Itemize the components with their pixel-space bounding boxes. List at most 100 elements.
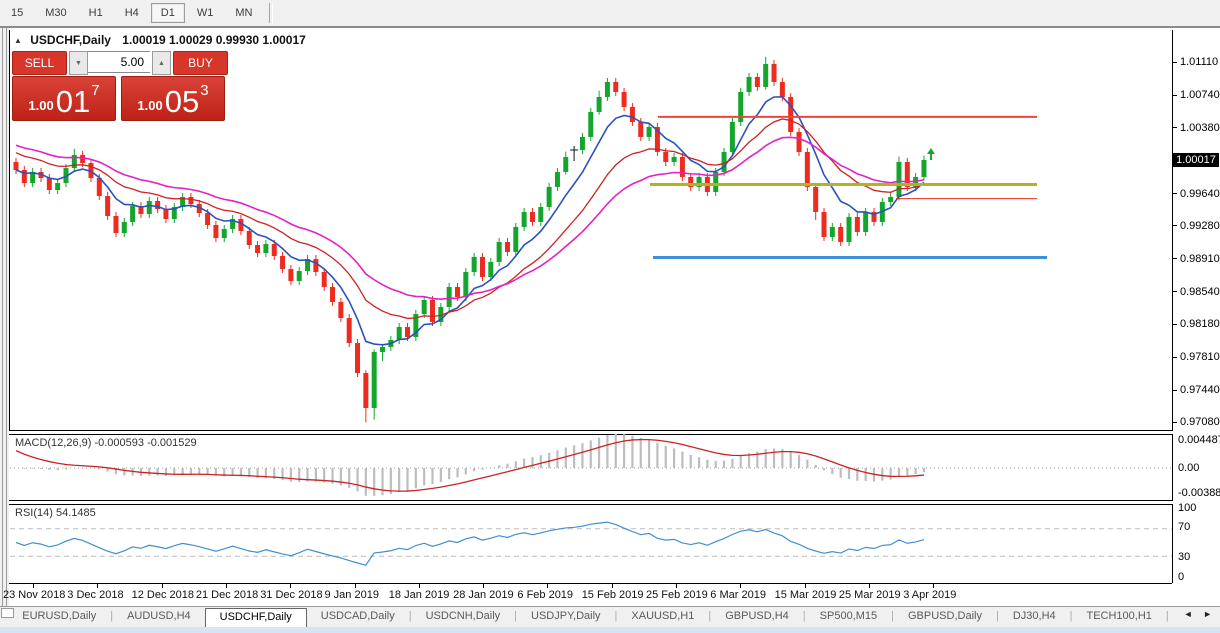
rsi-scale-label: 70 (1178, 521, 1190, 533)
date-tick (290, 584, 291, 588)
date-label: 12 Dec 2018 (132, 589, 194, 601)
sell-price-main: 01 (56, 88, 90, 116)
date-tick (933, 584, 934, 588)
macd-scale-label: 0.004487 (1178, 434, 1220, 446)
chart-tab-gbpusd-h4[interactable]: GBPUSD,H4 (711, 607, 803, 628)
date-tick (419, 584, 420, 588)
date-tick (226, 584, 227, 588)
price-label: 0.99640 (1180, 188, 1220, 200)
price-label: 0.97440 (1180, 384, 1220, 396)
price-tick (1173, 291, 1177, 292)
price-label: 0.99280 (1180, 220, 1220, 232)
price-label: 0.97810 (1180, 351, 1220, 363)
rsi-scale-label: 30 (1178, 551, 1190, 563)
toolbar-separator (269, 3, 273, 23)
tab-scroll-arrows[interactable]: ◄ ► (1182, 609, 1218, 619)
timeframe-button-d1[interactable]: D1 (151, 3, 185, 23)
price-tick (1173, 127, 1177, 128)
chart-tab-xauusd-h1[interactable]: XAUUSD,H1 (617, 607, 708, 628)
chart-tab-dj30-h4[interactable]: DJ30,H4 (999, 607, 1070, 628)
chart-tab-audusd-h4[interactable]: AUDUSD,H4 (113, 607, 205, 628)
chart-tab-usdchf-daily[interactable]: USDCHF,Daily (205, 608, 307, 628)
price-up-arrow-icon (927, 148, 935, 160)
date-label: 31 Dec 2018 (260, 589, 322, 601)
timeframe-button-15[interactable]: 15 (1, 3, 33, 23)
chart-tab-gbpusd-daily[interactable]: GBPUSD,Daily (894, 607, 996, 628)
chart-tab-usdjpy-daily[interactable]: USDJPY,Daily (517, 607, 615, 628)
price-tick (1173, 258, 1177, 259)
date-label: 28 Jan 2019 (453, 589, 514, 601)
price-tick (1173, 95, 1177, 96)
volume-increase-button[interactable]: ▲ (152, 51, 171, 75)
buy-price-pip: 3 (200, 82, 208, 99)
chart-tab-eurusd-daily[interactable]: EURUSD,Daily (8, 607, 110, 628)
sell-price-button[interactable]: 1.00 01 7 (12, 76, 116, 121)
ma-slow-line (16, 137, 924, 299)
timeframe-button-mn[interactable]: MN (225, 3, 262, 23)
price-tick (1173, 422, 1177, 423)
date-tick (162, 584, 163, 588)
price-tick (1173, 193, 1177, 194)
date-label: 9 Jan 2019 (325, 589, 379, 601)
date-tick (740, 584, 741, 588)
price-tick (1173, 225, 1177, 226)
rsi-panel[interactable] (10, 503, 1172, 583)
buy-price-button[interactable]: 1.00 05 3 (121, 76, 225, 121)
date-axis[interactable]: 23 Nov 20183 Dec 201812 Dec 201821 Dec 2… (9, 584, 1220, 606)
price-axis[interactable]: 1.011101.007401.003800.996400.992800.989… (1173, 28, 1220, 584)
buy-price-prefix: 1.00 (137, 98, 162, 113)
timeframe-button-w1[interactable]: W1 (187, 3, 224, 23)
date-label: 23 Nov 2018 (3, 589, 65, 601)
chart-tab-sp500-m15[interactable]: SP500,M15 (806, 607, 891, 628)
macd-label: MACD(12,26,9) -0.000593 -0.001529 (15, 437, 197, 449)
sell-price-pip: 7 (91, 82, 99, 99)
date-tick (483, 584, 484, 588)
chart-title: ▲ USDCHF,Daily 1.00019 1.00029 0.99930 1… (14, 33, 306, 47)
window-left-frame (0, 28, 9, 627)
chart-tab-bar: EURUSD,Daily|AUDUSD,H4USDCHF,DailyUSDCAD… (0, 606, 1220, 628)
date-tick (97, 584, 98, 588)
date-tick (805, 584, 806, 588)
buy-button[interactable]: BUY (173, 51, 228, 75)
chart-tab-usdcnh-daily[interactable]: USDCNH,Daily (412, 607, 515, 628)
rsi-scale-label: 0 (1178, 571, 1184, 583)
price-label: 0.98540 (1180, 286, 1220, 298)
one-click-trading-panel: SELL ▼ ▲ BUY 1.00 01 7 1.00 05 3 (12, 51, 228, 121)
date-label: 25 Feb 2019 (646, 589, 708, 601)
date-label: 6 Feb 2019 (517, 589, 573, 601)
volume-decrease-button[interactable]: ▼ (69, 51, 88, 75)
chart-tab-usdcad-daily[interactable]: USDCAD,Daily (307, 607, 409, 628)
date-label: 21 Dec 2018 (196, 589, 258, 601)
date-label: 3 Dec 2018 (67, 589, 123, 601)
date-label: 15 Feb 2019 (582, 589, 644, 601)
status-strip (0, 627, 1220, 633)
timeframe-button-h1[interactable]: H1 (79, 3, 113, 23)
timeframe-button-m30[interactable]: M30 (35, 3, 76, 23)
date-tick (355, 584, 356, 588)
tab-bar-corner (1, 608, 14, 618)
sell-button[interactable]: SELL (12, 51, 67, 75)
sell-price-prefix: 1.00 (28, 98, 53, 113)
date-label: 6 Mar 2019 (710, 589, 766, 601)
rsi-label: RSI(14) 54.1485 (15, 507, 96, 519)
ma-mid-line (16, 119, 924, 318)
date-tick (676, 584, 677, 588)
timeframe-toolbar: 15M30H1H4D1W1MN (0, 0, 1220, 26)
volume-input[interactable] (88, 51, 150, 73)
timeframe-button-h4[interactable]: H4 (115, 3, 149, 23)
rsi-scale-label: 100 (1178, 502, 1196, 514)
price-tick (1173, 324, 1177, 325)
chart-tab-tech100-h1[interactable]: TECH100,H1 (1072, 607, 1165, 628)
price-label: 0.98180 (1180, 318, 1220, 330)
one-click-collapse-icon[interactable]: ▲ (14, 36, 22, 45)
macd-scale-label: 0.00 (1178, 462, 1199, 474)
date-label: 3 Apr 2019 (903, 589, 956, 601)
date-label: 25 Mar 2019 (839, 589, 901, 601)
buy-price-main: 05 (165, 88, 199, 116)
ohlc-readout: 1.00019 1.00029 0.99930 1.00017 (122, 33, 306, 47)
price-tick (1173, 357, 1177, 358)
price-label: 1.01110 (1180, 56, 1220, 68)
date-tick (33, 584, 34, 588)
date-tick (612, 584, 613, 588)
date-tick (869, 584, 870, 588)
